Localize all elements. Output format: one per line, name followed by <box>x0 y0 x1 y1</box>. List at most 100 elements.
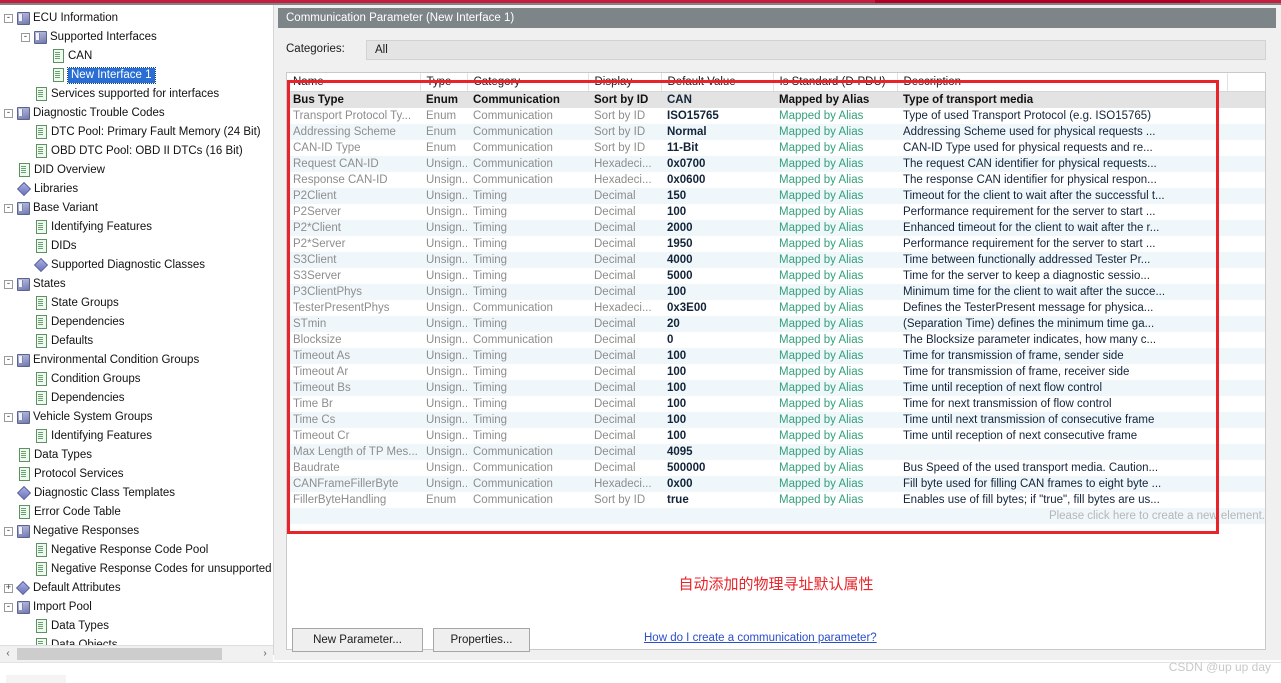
cell-default[interactable]: 100 <box>661 412 773 428</box>
table-row[interactable]: Max Length of TP Mes...Unsign...Communic… <box>287 444 1265 460</box>
table-row[interactable]: Timeout CrUnsign...TimingDecimal100Mappe… <box>287 428 1265 444</box>
tree-item[interactable]: Diagnostic Class Templates <box>4 484 273 503</box>
tree-item[interactable]: Dependencies <box>4 313 273 332</box>
cell-category[interactable]: Communication <box>467 124 588 140</box>
cell-category[interactable]: Communication <box>467 172 588 188</box>
cell-description[interactable]: Time for the server to keep a diagnostic… <box>897 268 1227 284</box>
collapse-icon[interactable]: - <box>4 413 13 422</box>
cell-default[interactable]: true <box>661 492 773 508</box>
cell-type[interactable]: Unsign... <box>420 332 467 348</box>
cell-default[interactable]: 100 <box>661 364 773 380</box>
cell-description[interactable]: Minimum time for the client to wait afte… <box>897 284 1227 300</box>
cell-display[interactable]: Decimal <box>588 204 661 220</box>
cell-default[interactable]: 0 <box>661 332 773 348</box>
cell-category[interactable]: Timing <box>467 396 588 412</box>
cell-description[interactable]: Defines the TesterPresent message for ph… <box>897 300 1227 316</box>
cell-standard[interactable]: Mapped by Alias <box>773 460 897 476</box>
cell-display[interactable]: Decimal <box>588 236 661 252</box>
cell-default[interactable]: 100 <box>661 204 773 220</box>
table-row[interactable]: P2ClientUnsign...TimingDecimal150Mapped … <box>287 188 1265 204</box>
table-row[interactable]: Response CAN-IDUnsign...CommunicationHex… <box>287 172 1265 188</box>
table-row[interactable]: Transport Protocol Ty...EnumCommunicatio… <box>287 108 1265 124</box>
cell-type[interactable]: Unsign... <box>420 252 467 268</box>
cell-default[interactable]: Normal <box>661 124 773 140</box>
cell-name[interactable]: S3Client <box>287 252 420 268</box>
table-row[interactable]: Request CAN-IDUnsign...CommunicationHexa… <box>287 156 1265 172</box>
cell-description[interactable]: The response CAN identifier for physical… <box>897 172 1227 188</box>
table-row[interactable]: Time CsUnsign...TimingDecimal100Mapped b… <box>287 412 1265 428</box>
tree-item[interactable]: Error Code Table <box>4 503 273 522</box>
table-row[interactable]: STminUnsign...TimingDecimal20Mapped by A… <box>287 316 1265 332</box>
cell-type[interactable]: Unsign... <box>420 444 467 460</box>
cell-name[interactable]: P2Client <box>287 188 420 204</box>
cell-name[interactable]: P2*Client <box>287 220 420 236</box>
cell-type[interactable]: Unsign... <box>420 476 467 492</box>
table-row[interactable]: P2ServerUnsign...TimingDecimal100Mapped … <box>287 204 1265 220</box>
cell-standard[interactable]: Mapped by Alias <box>773 172 897 188</box>
tree-item[interactable]: Identifying Features <box>4 218 273 237</box>
tree-item[interactable]: Services supported for interfaces <box>4 85 273 104</box>
cell-standard[interactable]: Mapped by Alias <box>773 220 897 236</box>
cell-description[interactable]: CAN-ID Type used for physical requests a… <box>897 140 1227 156</box>
cell-standard[interactable]: Mapped by Alias <box>773 124 897 140</box>
scroll-left-arrow-icon[interactable]: ‹ <box>0 646 16 662</box>
column-header[interactable]: Name <box>287 73 420 92</box>
cell-description[interactable]: The Blocksize parameter indicates, how m… <box>897 332 1227 348</box>
tree-item[interactable]: CAN <box>4 47 273 66</box>
cell-type[interactable]: Unsign... <box>420 380 467 396</box>
cell-name[interactable]: Response CAN-ID <box>287 172 420 188</box>
table-row[interactable]: S3ClientUnsign...TimingDecimal4000Mapped… <box>287 252 1265 268</box>
cell-display[interactable]: Decimal <box>588 284 661 300</box>
table-row[interactable]: FillerByteHandlingEnumCommunicationSort … <box>287 492 1265 508</box>
cell-display[interactable]: Hexadeci... <box>588 476 661 492</box>
cell-standard[interactable]: Mapped by Alias <box>773 316 897 332</box>
cell-type[interactable]: Unsign... <box>420 316 467 332</box>
cell-category[interactable]: Communication <box>467 460 588 476</box>
cell-standard[interactable]: Mapped by Alias <box>773 364 897 380</box>
tree-item[interactable]: -States <box>4 275 273 294</box>
cell-default[interactable]: 20 <box>661 316 773 332</box>
cell-category[interactable]: Timing <box>467 268 588 284</box>
cell-name[interactable]: STmin <box>287 316 420 332</box>
cell-display[interactable]: Sort by ID <box>588 140 661 156</box>
tree-item[interactable]: -Import Pool <box>4 598 273 617</box>
cell-default[interactable]: 4095 <box>661 444 773 460</box>
cell-name[interactable]: Addressing Scheme <box>287 124 420 140</box>
cell-category[interactable]: Timing <box>467 236 588 252</box>
collapse-icon[interactable]: - <box>4 14 13 23</box>
cell-category[interactable]: Communication <box>467 92 588 109</box>
tree-item[interactable]: Identifying Features <box>4 427 273 446</box>
cell-standard[interactable]: Mapped by Alias <box>773 284 897 300</box>
cell-description[interactable]: Bus Speed of the used transport media. C… <box>897 460 1227 476</box>
cell-standard[interactable]: Mapped by Alias <box>773 252 897 268</box>
new-parameter-button[interactable]: New Parameter... <box>292 628 423 652</box>
cell-description[interactable]: Performance requirement for the server t… <box>897 204 1227 220</box>
cell-category[interactable]: Communication <box>467 156 588 172</box>
tree-item[interactable]: -Diagnostic Trouble Codes <box>4 104 273 123</box>
tree-item[interactable]: -Base Variant <box>4 199 273 218</box>
cell-type[interactable]: Unsign... <box>420 396 467 412</box>
cell-name[interactable]: Timeout Ar <box>287 364 420 380</box>
cell-default[interactable]: 1950 <box>661 236 773 252</box>
cell-name[interactable]: P2*Server <box>287 236 420 252</box>
cell-display[interactable]: Decimal <box>588 332 661 348</box>
cell-category[interactable]: Communication <box>467 492 588 508</box>
cell-type[interactable]: Enum <box>420 492 467 508</box>
table-row[interactable]: BlocksizeUnsign...CommunicationDecimal0M… <box>287 332 1265 348</box>
cell-display[interactable]: Decimal <box>588 364 661 380</box>
column-header[interactable]: Display <box>588 73 661 92</box>
scrollbar-thumb[interactable] <box>17 648 222 660</box>
cell-name[interactable]: Max Length of TP Mes... <box>287 444 420 460</box>
cell-default[interactable]: CAN <box>661 92 773 109</box>
cell-name[interactable]: Baudrate <box>287 460 420 476</box>
column-header[interactable]: Description <box>897 73 1227 92</box>
cell-name[interactable]: FillerByteHandling <box>287 492 420 508</box>
tree-item[interactable]: Condition Groups <box>4 370 273 389</box>
help-link[interactable]: How do I create a communication paramete… <box>644 632 1044 644</box>
cell-default[interactable]: 0x00 <box>661 476 773 492</box>
cell-type[interactable]: Unsign... <box>420 204 467 220</box>
cell-display[interactable]: Decimal <box>588 396 661 412</box>
cell-category[interactable]: Timing <box>467 348 588 364</box>
cell-display[interactable]: Decimal <box>588 444 661 460</box>
cell-name[interactable]: S3Server <box>287 268 420 284</box>
